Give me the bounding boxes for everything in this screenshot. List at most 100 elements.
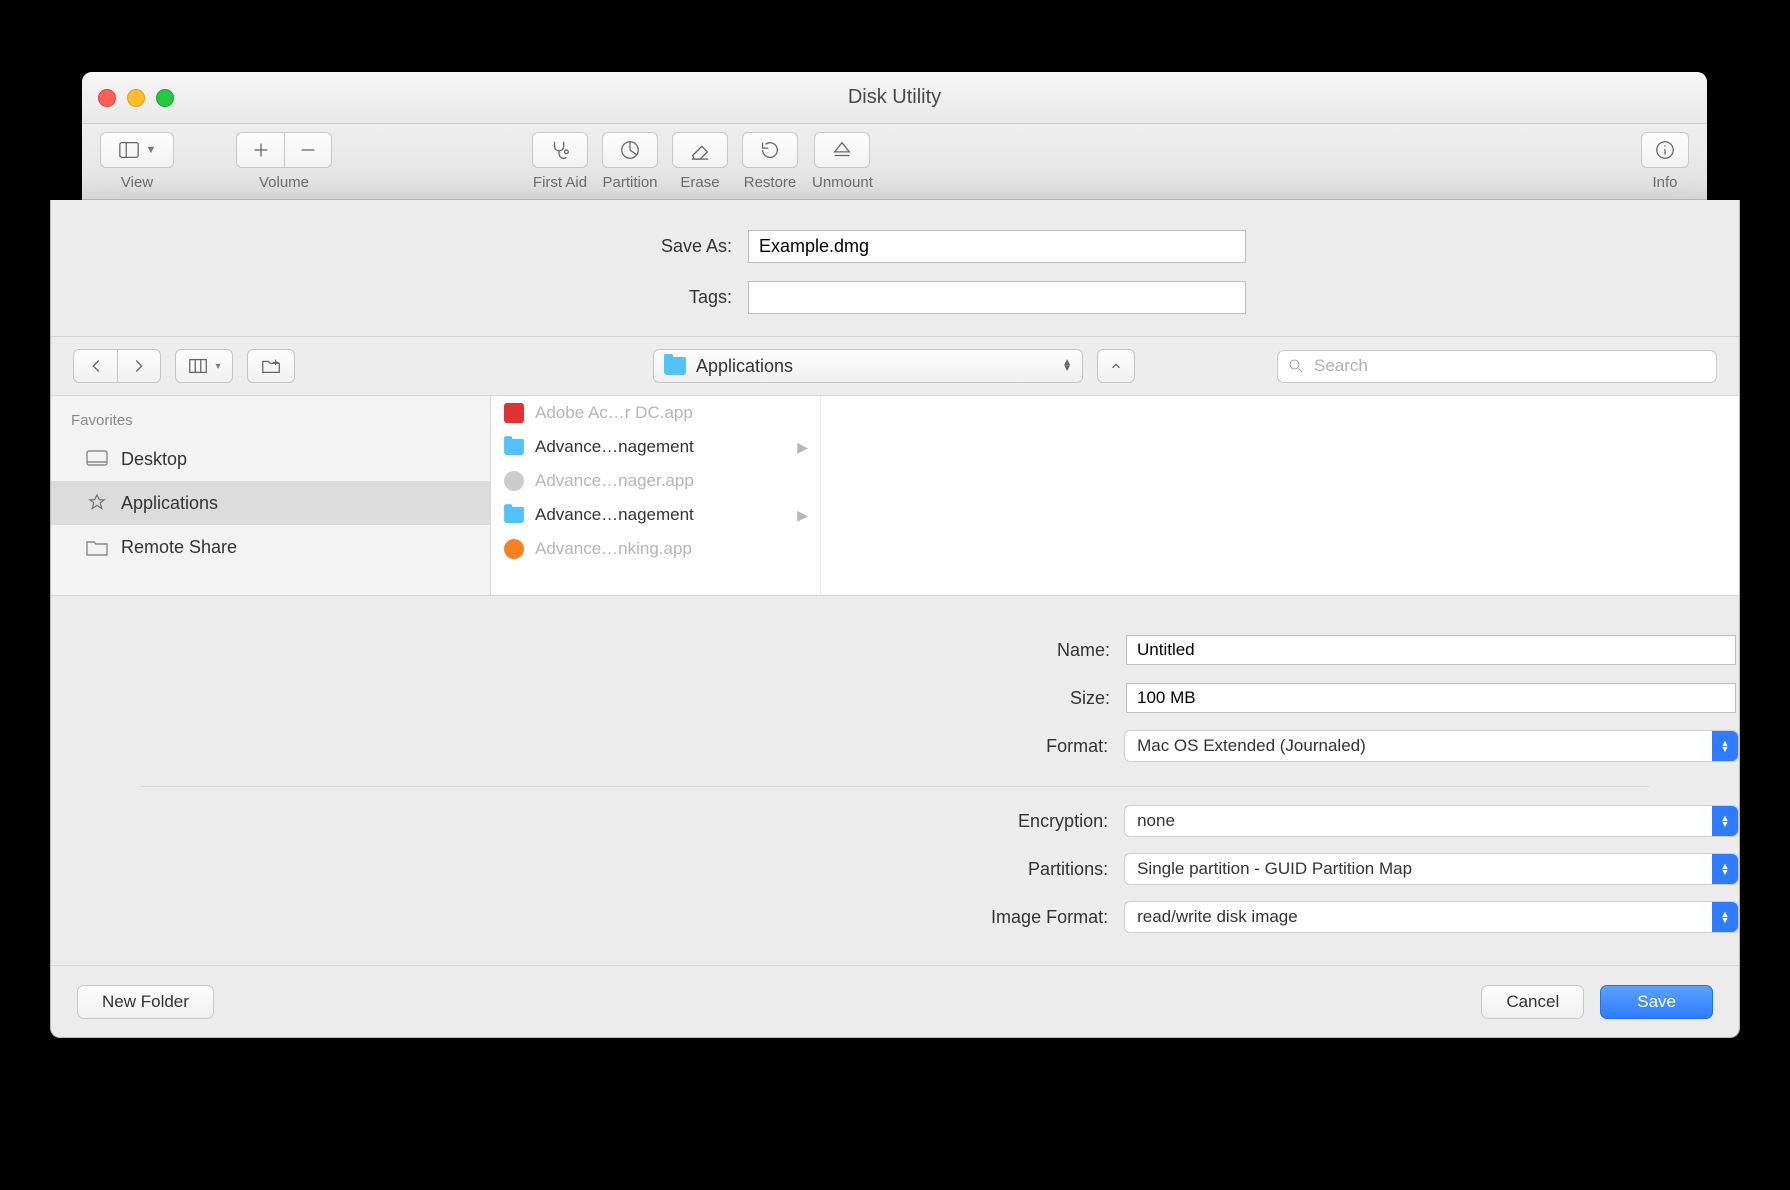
encryption-popup[interactable]: none ▲▼ bbox=[1124, 805, 1739, 837]
pie-icon bbox=[619, 139, 641, 161]
file-item[interactable]: Adobe Ac…r DC.app bbox=[491, 396, 820, 430]
save-as-label: Save As: bbox=[51, 236, 748, 257]
encryption-value: none bbox=[1137, 811, 1175, 831]
location-label: Applications bbox=[696, 356, 793, 377]
file-item[interactable]: Advance…nagement ▶ bbox=[491, 430, 820, 464]
view-mode-button[interactable]: ▼ bbox=[100, 132, 174, 168]
format-value: Mac OS Extended (Journaled) bbox=[1137, 736, 1366, 756]
info-button[interactable] bbox=[1641, 132, 1689, 168]
file-item[interactable]: Advance…nager.app bbox=[491, 464, 820, 498]
restore-label: Restore bbox=[744, 174, 797, 191]
sidebar-item-label: Remote Share bbox=[121, 537, 237, 558]
toolbar: ▼ View Volume First Aid bbox=[82, 124, 1707, 208]
volume-add-button[interactable] bbox=[236, 132, 284, 168]
nav-forward-button[interactable] bbox=[117, 349, 161, 383]
restore-button[interactable] bbox=[742, 132, 798, 168]
sidebar-item-applications[interactable]: Applications bbox=[51, 481, 490, 525]
new-folder-button[interactable]: New Folder bbox=[77, 985, 214, 1019]
unmount-button[interactable] bbox=[814, 132, 870, 168]
chevron-right-icon: ▶ bbox=[797, 507, 808, 524]
first-aid-label: First Aid bbox=[533, 174, 587, 191]
minimize-window-button[interactable] bbox=[127, 89, 145, 107]
name-input[interactable] bbox=[1126, 635, 1736, 665]
file-browser: Favorites Desktop Applications Remote Sh… bbox=[51, 396, 1739, 596]
image-format-value: read/write disk image bbox=[1137, 907, 1298, 927]
partitions-label: Partitions: bbox=[51, 859, 1124, 880]
plus-icon bbox=[250, 139, 272, 161]
desktop-icon bbox=[85, 449, 109, 469]
close-window-button[interactable] bbox=[98, 89, 116, 107]
nav-back-button[interactable] bbox=[73, 349, 117, 383]
partition-button[interactable] bbox=[602, 132, 658, 168]
format-popup[interactable]: Mac OS Extended (Journaled) ▲▼ bbox=[1124, 730, 1739, 762]
chevron-left-icon bbox=[85, 355, 107, 377]
save-sheet: Save As: Tags: ▾ Applications ▲ bbox=[50, 200, 1740, 1038]
stethoscope-icon bbox=[549, 139, 571, 161]
format-label: Format: bbox=[51, 736, 1124, 757]
file-item[interactable]: Advance…nagement ▶ bbox=[491, 498, 820, 532]
favorites-header: Favorites bbox=[51, 408, 490, 437]
save-button[interactable]: Save bbox=[1600, 985, 1713, 1019]
search-input[interactable] bbox=[1277, 350, 1717, 383]
unmount-label: Unmount bbox=[812, 174, 873, 191]
action-button[interactable] bbox=[247, 349, 295, 383]
chevron-up-icon bbox=[1109, 359, 1123, 373]
collapse-button[interactable] bbox=[1097, 349, 1135, 383]
folder-icon bbox=[664, 357, 686, 375]
folder-icon bbox=[503, 436, 525, 458]
partitions-value: Single partition - GUID Partition Map bbox=[1137, 859, 1412, 879]
window-title: Disk Utility bbox=[82, 86, 1707, 109]
sidebar: Favorites Desktop Applications Remote Sh… bbox=[51, 396, 491, 595]
folder-plus-icon bbox=[260, 355, 282, 377]
file-name: Adobe Ac…r DC.app bbox=[535, 403, 693, 423]
sidebar-item-remote-share[interactable]: Remote Share bbox=[51, 525, 490, 569]
info-icon bbox=[1654, 139, 1676, 161]
preview-column bbox=[821, 396, 1739, 595]
size-input[interactable] bbox=[1126, 683, 1736, 713]
image-format-label: Image Format: bbox=[51, 907, 1124, 928]
partition-label: Partition bbox=[602, 174, 657, 191]
updown-icon: ▲▼ bbox=[1712, 854, 1738, 884]
chevron-right-icon: ▶ bbox=[797, 439, 808, 456]
encryption-label: Encryption: bbox=[51, 811, 1124, 832]
separator bbox=[141, 786, 1649, 787]
browser-nav: ▾ Applications ▲▼ bbox=[51, 336, 1739, 396]
save-as-input[interactable] bbox=[748, 230, 1246, 263]
sidebar-item-label: Desktop bbox=[121, 449, 187, 470]
first-aid-button[interactable] bbox=[532, 132, 588, 168]
sheet-buttons: New Folder Cancel Save bbox=[51, 965, 1739, 1037]
location-popup[interactable]: Applications ▲▼ bbox=[653, 349, 1083, 383]
sidebar-item-label: Applications bbox=[121, 493, 218, 514]
file-item[interactable]: Advance…nking.app bbox=[491, 532, 820, 566]
name-label: Name: bbox=[51, 640, 1126, 661]
info-label: Info bbox=[1652, 174, 1677, 191]
file-name: Advance…nager.app bbox=[535, 471, 694, 491]
image-options: Name: Size: Format: Mac OS Extended (Jou… bbox=[51, 596, 1739, 965]
erase-label: Erase bbox=[680, 174, 719, 191]
folder-icon bbox=[85, 537, 109, 557]
sidebar-item-desktop[interactable]: Desktop bbox=[51, 437, 490, 481]
folder-icon bbox=[503, 504, 525, 526]
file-name: Advance…nking.app bbox=[535, 539, 692, 559]
volume-remove-button[interactable] bbox=[284, 132, 332, 168]
app-icon bbox=[503, 538, 525, 560]
file-column: Adobe Ac…r DC.app Advance…nagement ▶ Adv… bbox=[491, 396, 821, 595]
view-style-button[interactable]: ▾ bbox=[175, 349, 233, 383]
app-icon bbox=[503, 402, 525, 424]
minus-icon bbox=[297, 139, 319, 161]
updown-icon: ▲▼ bbox=[1712, 902, 1738, 932]
sidebar-icon bbox=[118, 139, 140, 161]
updown-icon: ▲▼ bbox=[1062, 360, 1072, 372]
partitions-popup[interactable]: Single partition - GUID Partition Map ▲▼ bbox=[1124, 853, 1739, 885]
tags-input[interactable] bbox=[748, 281, 1246, 314]
image-format-popup[interactable]: read/write disk image ▲▼ bbox=[1124, 901, 1739, 933]
cancel-button[interactable]: Cancel bbox=[1481, 985, 1584, 1019]
zoom-window-button[interactable] bbox=[156, 89, 174, 107]
chevron-right-icon bbox=[128, 355, 150, 377]
traffic-lights bbox=[98, 72, 174, 123]
columns-icon bbox=[187, 355, 209, 377]
updown-icon: ▲▼ bbox=[1712, 731, 1738, 761]
titlebar: Disk Utility bbox=[82, 72, 1707, 124]
view-label: View bbox=[121, 174, 153, 191]
erase-button[interactable] bbox=[672, 132, 728, 168]
